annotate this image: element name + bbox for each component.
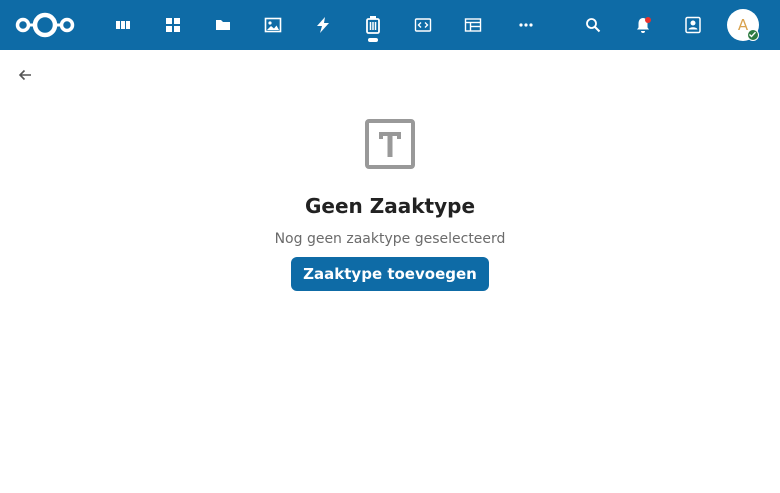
search-icon — [586, 18, 601, 33]
add-zaaktype-button[interactable]: Zaaktype toevoegen — [291, 257, 489, 291]
nextcloud-logo[interactable] — [14, 10, 76, 40]
app-more[interactable] — [510, 9, 542, 41]
user-avatar[interactable]: A — [727, 9, 759, 41]
empty-state-title: Geen Zaaktype — [304, 194, 476, 218]
notification-dot — [645, 17, 651, 23]
more-icon — [519, 23, 533, 27]
search-button[interactable] — [577, 9, 609, 41]
dashboard-icon — [116, 21, 130, 29]
app-tables[interactable] — [457, 9, 489, 41]
notifications-button[interactable] — [627, 9, 659, 41]
app-zaakafhandelapp[interactable] — [357, 9, 389, 42]
top-header: A — [0, 0, 780, 50]
app-developer[interactable] — [407, 9, 439, 41]
table-icon — [464, 18, 482, 32]
text-box-icon — [365, 119, 415, 169]
grid-icon — [166, 18, 180, 32]
empty-state-description: Nog geen zaaktype geselecteerd — [274, 231, 506, 247]
archive-icon — [366, 16, 380, 34]
contacts-icon — [685, 16, 701, 34]
active-app-indicator — [368, 38, 378, 42]
arrow-left-icon — [18, 69, 31, 81]
app-dashboard[interactable] — [107, 9, 139, 41]
app-activity[interactable] — [307, 9, 339, 41]
folder-icon — [216, 20, 230, 30]
app-grid[interactable] — [157, 9, 189, 41]
app-photos[interactable] — [257, 9, 289, 41]
empty-state: Geen Zaaktype Nog geen zaaktype geselect… — [0, 118, 780, 291]
contacts-button[interactable] — [677, 9, 709, 41]
lightning-icon — [317, 17, 329, 33]
image-icon — [264, 17, 282, 33]
code-icon — [414, 18, 432, 32]
back-button[interactable] — [15, 65, 35, 85]
app-files[interactable] — [207, 9, 239, 41]
online-status-icon — [747, 29, 759, 41]
